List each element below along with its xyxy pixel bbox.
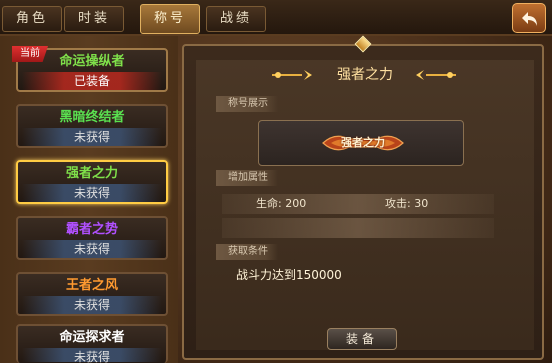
section-label-badge: 称号展示 [216,96,278,112]
title-name: 黑暗终结者 [59,110,125,125]
section-label-attributes: 增加属性 [216,170,278,186]
back-arrow-icon [522,12,537,26]
tab-character[interactable]: 角色 [2,6,62,32]
tab-record[interactable]: 战绩 [206,6,266,32]
title-state: 未获得 [22,184,162,202]
ornament-icon [416,70,456,80]
title-card-destiny-seeker[interactable]: 命运探求者 未获得 [16,324,168,363]
acquire-condition: 战斗力达到150000 [236,268,342,282]
title-heading: 强者之力 [337,67,393,83]
current-badge: 当前 [12,46,48,62]
attribute-hp: 生命: 200 [256,197,307,210]
title-state: 未获得 [22,296,162,314]
attribute-attack: 攻击: 30 [385,197,429,210]
title-state: 未获得 [22,240,162,258]
title-state: 未获得 [22,128,162,146]
tab-bar: 角色 时装 称号 战绩 [0,0,552,36]
title-name: 霸者之势 [65,222,118,237]
section-label-condition: 获取条件 [216,244,278,260]
equip-button[interactable]: 装备 [327,328,397,350]
attribute-row-empty [222,218,494,238]
tab-title[interactable]: 称号 [140,4,200,34]
title-card-strength[interactable]: 强者之力 未获得 [16,160,168,204]
title-card-dark-terminator[interactable]: 黑暗终结者 未获得 [16,104,168,148]
title-card-king-wind[interactable]: 王者之风 未获得 [16,272,168,316]
back-button[interactable] [512,3,546,33]
title-name: 强者之力 [65,166,118,181]
title-state: 未获得 [22,348,162,363]
tab-fashion[interactable]: 时装 [64,6,124,32]
title-state: 已装备 [22,72,162,90]
title-name: 命运探求者 [59,330,125,345]
title-screen: 角色 时装 称号 战绩 当前 命运操纵者 已装备 黑暗终结者 未获得 强者之力 … [0,0,552,363]
title-name: 王者之风 [65,278,118,293]
title-card-overlord[interactable]: 霸者之势 未获得 [16,216,168,260]
title-badge-text: 强者之力 [341,136,385,149]
